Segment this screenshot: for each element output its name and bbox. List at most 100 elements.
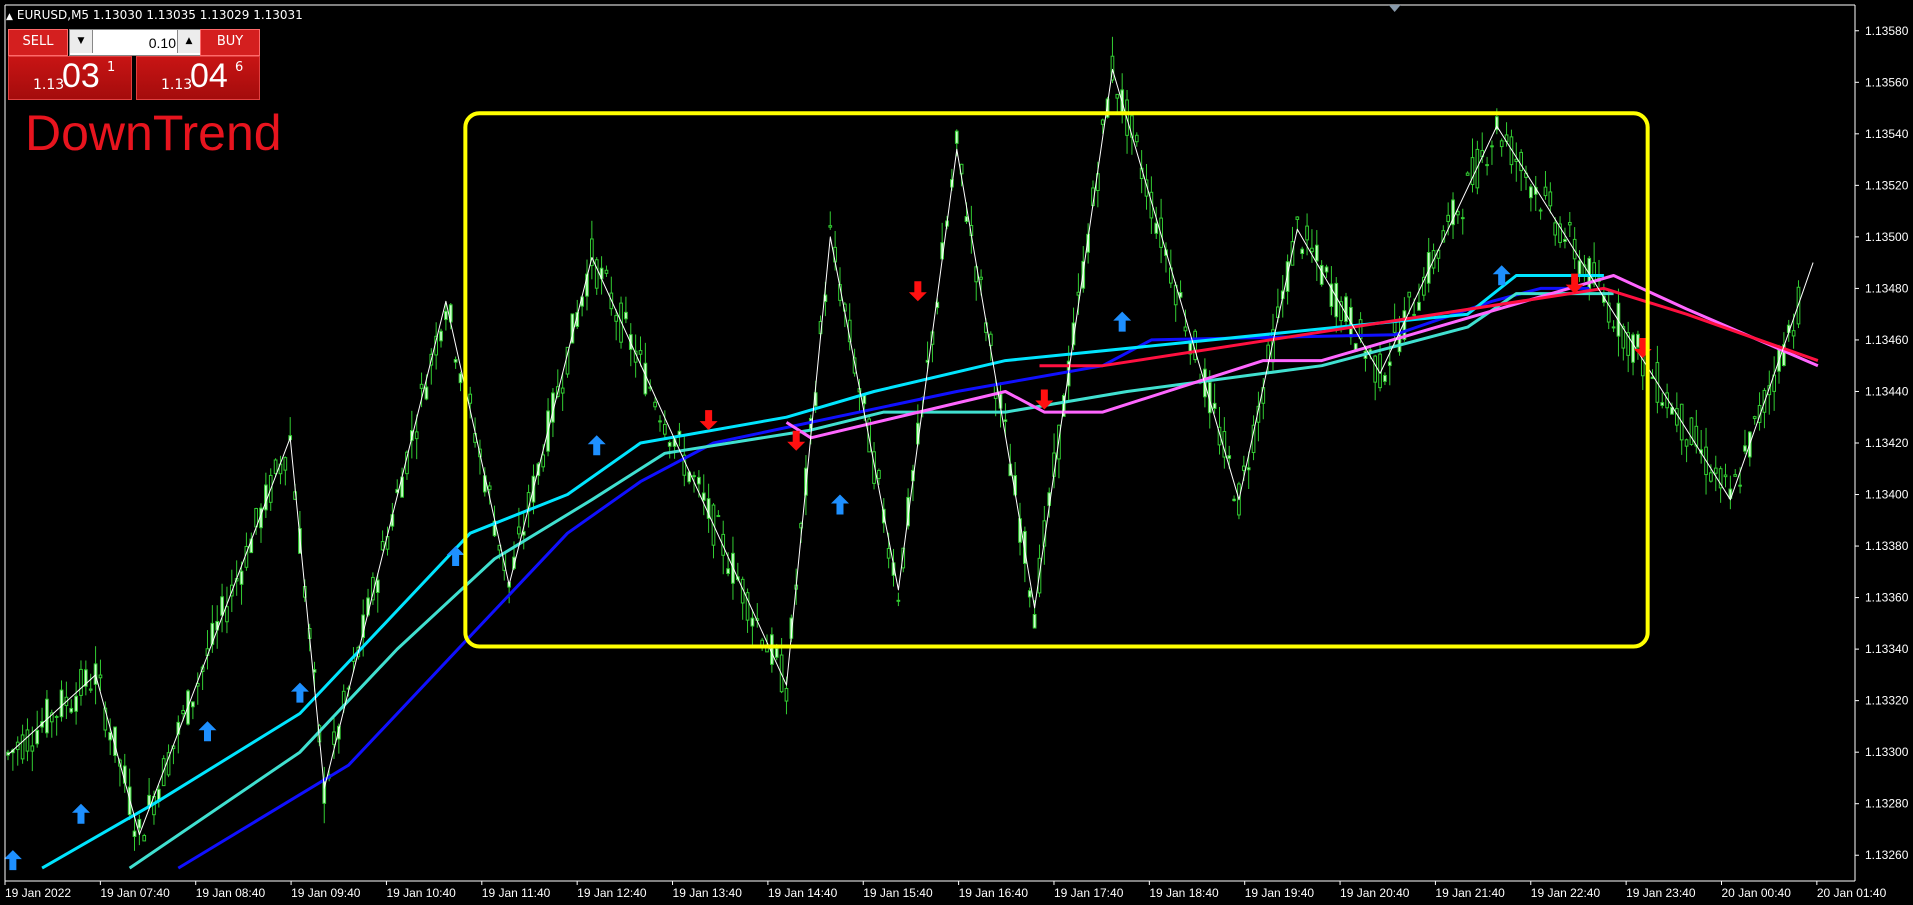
candle-body	[225, 606, 229, 623]
candle-body	[1392, 321, 1397, 333]
candle-body	[1032, 613, 1037, 629]
candle-body	[1100, 119, 1105, 125]
candle-body	[1407, 291, 1412, 298]
price-tick-label: 1.13380	[1865, 539, 1909, 553]
candle-body	[487, 485, 492, 491]
candle-body	[98, 674, 103, 679]
candle-body	[1300, 248, 1305, 255]
candle-body	[1689, 417, 1694, 445]
candle-body	[1417, 301, 1421, 311]
candle-body	[964, 216, 969, 223]
candle-body	[1134, 134, 1139, 143]
price-tick-label: 1.13460	[1865, 333, 1909, 347]
candle-body	[1791, 330, 1796, 337]
time-tick-label: 19 Jan 2022	[5, 886, 71, 900]
candle-body	[1567, 222, 1572, 226]
candle-body	[439, 330, 443, 342]
candle-body	[1227, 455, 1232, 459]
candle-body	[1485, 164, 1489, 167]
volume-input[interactable]	[94, 31, 178, 54]
candle-body	[594, 259, 599, 289]
candle-body	[1183, 326, 1188, 332]
candle-body	[1373, 355, 1378, 383]
time-tick-label: 19 Jan 14:40	[768, 886, 838, 900]
candle-body	[1460, 217, 1465, 220]
candle-body	[444, 310, 448, 321]
volume-decrease-icon[interactable]: ▼	[70, 30, 93, 53]
candle-body	[1456, 211, 1460, 216]
time-tick-label: 19 Jan 07:40	[100, 886, 170, 900]
time-tick-label: 19 Jan 09:40	[291, 886, 361, 900]
candle-body	[1743, 445, 1747, 452]
candle-body	[560, 387, 565, 394]
candle-body	[726, 568, 730, 575]
volume-increase-icon[interactable]: ▲	[177, 30, 200, 53]
candle-body	[1723, 474, 1728, 478]
candle-body	[643, 362, 648, 395]
candle-body	[1538, 209, 1543, 212]
time-tick-label: 19 Jan 23:40	[1626, 886, 1696, 900]
price-tick-label: 1.13320	[1865, 694, 1909, 708]
candle-body	[1543, 186, 1548, 197]
price-chart[interactable]: 1.13580 1.13560 1.13540 1.13520 1.13500 1.134…	[0, 0, 1913, 905]
candle-body	[220, 596, 224, 616]
candle-body	[1636, 333, 1640, 348]
candle-body	[697, 476, 701, 485]
buy-price-button[interactable]: 1.13 04 6	[136, 56, 260, 100]
candle-body	[692, 475, 696, 478]
candle-body	[54, 715, 59, 718]
sell-price-button[interactable]: 1.13 03 1	[8, 56, 132, 100]
time-tick-label: 19 Jan 19:40	[1245, 886, 1315, 900]
time-tick-label: 19 Jan 21:40	[1435, 886, 1505, 900]
price-tick-label: 1.13340	[1865, 642, 1909, 656]
candle-body	[424, 386, 429, 400]
candle-body	[1232, 498, 1236, 502]
candle-body	[1529, 186, 1533, 199]
candle-body	[1314, 244, 1319, 262]
price-tick-label: 1.13500	[1865, 230, 1909, 244]
candle-body	[1563, 238, 1567, 243]
time-tick-label: 19 Jan 16:40	[959, 886, 1029, 900]
candle-body	[896, 599, 901, 602]
candle-body	[716, 515, 721, 518]
price-tick-label: 1.13520	[1865, 178, 1909, 192]
candle-body	[1490, 145, 1494, 148]
collapse-triangle-icon[interactable]: ▲	[6, 12, 13, 22]
candle-body	[1684, 439, 1689, 447]
candle-body	[1631, 334, 1635, 363]
price-tick-label: 1.13360	[1865, 591, 1909, 605]
candle-body	[701, 492, 706, 501]
price-tick-label: 1.13300	[1865, 745, 1909, 759]
price-tick-label: 1.13260	[1865, 848, 1909, 862]
buy-button[interactable]: BUY	[200, 29, 260, 56]
time-tick-label: 20 Jan 01:40	[1817, 886, 1887, 900]
candle-body	[1383, 374, 1387, 382]
candle-body	[1324, 266, 1329, 273]
candle-body	[1003, 419, 1008, 422]
volume-stepper: ▼ ▲	[69, 29, 201, 56]
candle-body	[662, 423, 667, 435]
time-tick-label: 19 Jan 15:40	[863, 886, 933, 900]
candle-body	[1733, 474, 1738, 477]
price-tick-label: 1.13440	[1865, 384, 1909, 398]
sell-price-fraction: 1	[107, 60, 116, 75]
candle-body	[614, 315, 619, 322]
chart-title: EURUSD,M5 1.13030 1.13035 1.13029 1.1303…	[16, 8, 303, 22]
time-tick-label: 20 Jan 00:40	[1721, 886, 1791, 900]
price-tick-label: 1.13400	[1865, 488, 1909, 502]
trend-label: DownTrend	[25, 105, 282, 161]
time-tick-label: 19 Jan 12:40	[577, 886, 647, 900]
candle-body	[667, 442, 672, 447]
candle-body	[35, 729, 40, 745]
candle-body	[1334, 282, 1339, 318]
candle-body	[181, 709, 185, 715]
time-tick-label: 19 Jan 11:40	[482, 886, 551, 900]
candle-body	[979, 276, 983, 280]
candle-body	[624, 311, 628, 320]
candle-body	[862, 395, 867, 405]
sell-button[interactable]: SELL	[8, 29, 68, 56]
buy-price-pips: 04	[190, 57, 228, 95]
candle-body	[1577, 260, 1582, 275]
buy-price-fraction: 6	[235, 60, 244, 75]
candle-body	[453, 359, 458, 363]
